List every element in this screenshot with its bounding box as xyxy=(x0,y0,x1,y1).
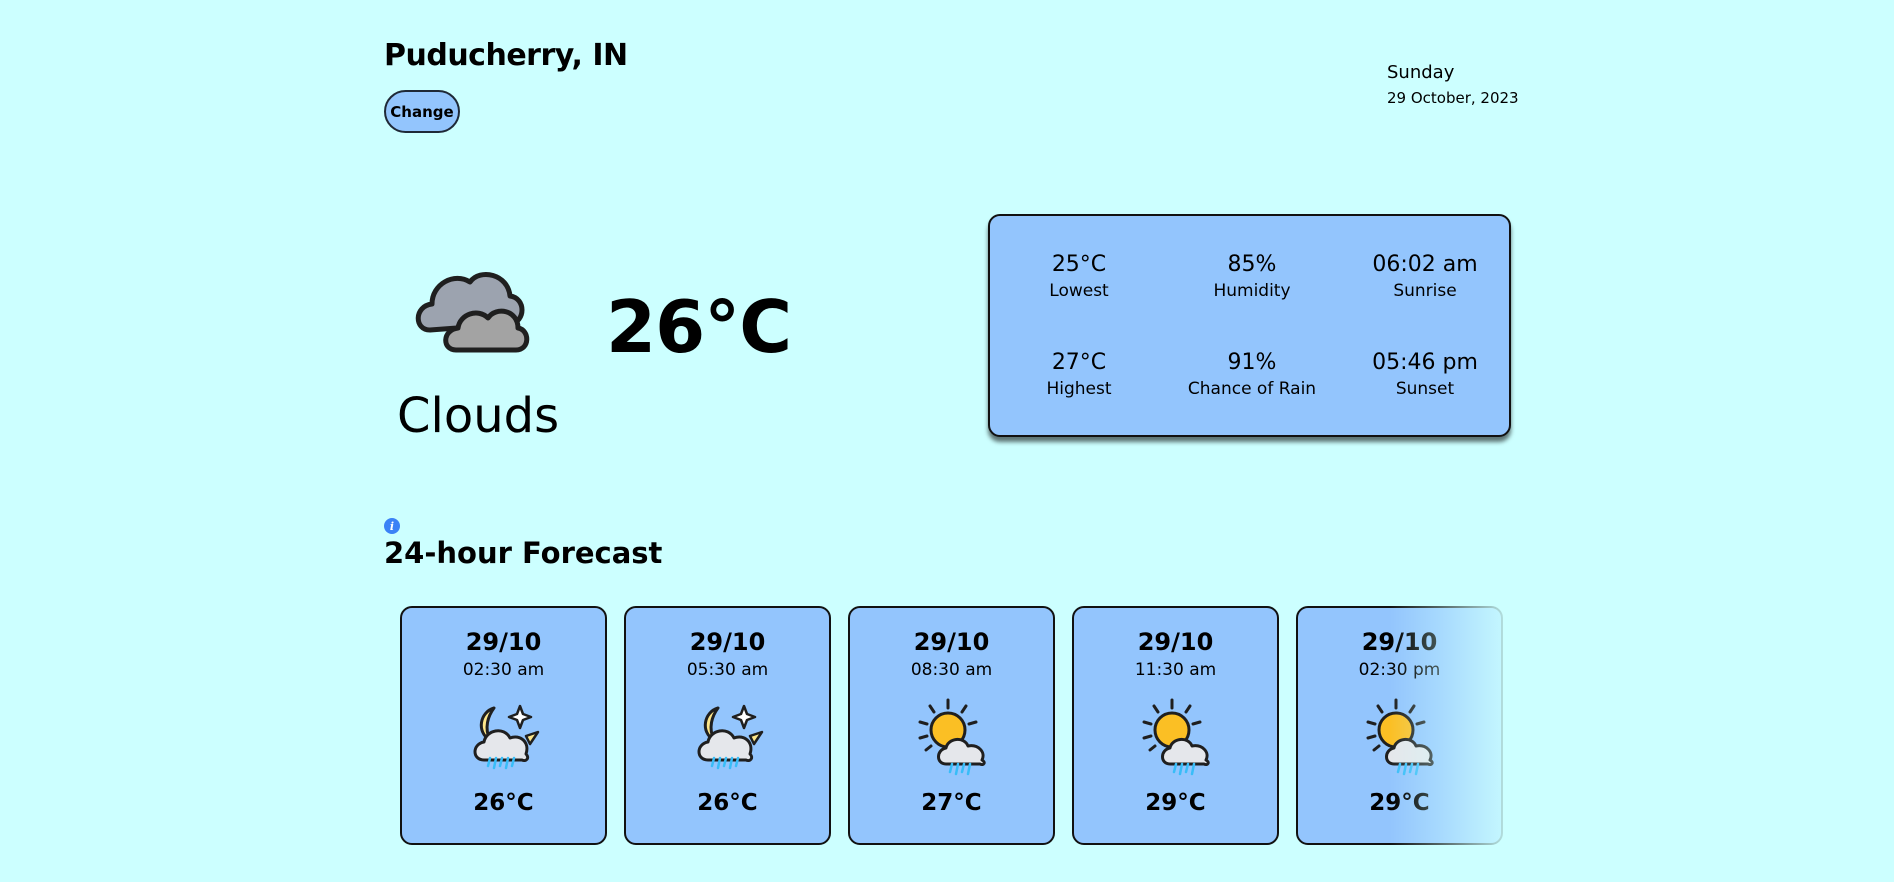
current-temperature: 26°C xyxy=(606,285,792,369)
stat-label: Sunset xyxy=(1395,379,1455,399)
forecast-date: 29/10 xyxy=(465,628,542,656)
forecast-time: 02:30 am xyxy=(462,660,545,680)
change-location-button[interactable]: Change xyxy=(384,90,460,133)
stat-label: Chance of Rain xyxy=(1187,379,1317,399)
stat-value: 85% xyxy=(1227,252,1277,277)
forecast-title: 24-hour Forecast xyxy=(384,536,663,570)
stat-value: 91% xyxy=(1227,350,1277,375)
forecast-temp: 26°C xyxy=(473,790,534,816)
forecast-time: 11:30 am xyxy=(1134,660,1217,680)
forecast-temp: 27°C xyxy=(921,790,982,816)
forecast-date: 29/10 xyxy=(1361,628,1438,656)
forecast-card: 29/10 02:30 pm 29°C xyxy=(1296,606,1503,845)
forecast-card: 29/10 05:30 am 26°C xyxy=(624,606,831,845)
stat-chance-of-rain: 91% Chance of Rain xyxy=(1165,350,1339,399)
stat-highest: 27°C Highest xyxy=(992,350,1166,399)
forecast-card: 29/10 02:30 am 26°C xyxy=(400,606,607,845)
stat-humidity: 85% Humidity xyxy=(1165,252,1339,301)
forecast-time: 05:30 am xyxy=(686,660,769,680)
date-block: Sunday 29 October, 2023 xyxy=(1387,62,1519,107)
forecast-card: 29/10 08:30 am 27°C xyxy=(848,606,1055,845)
forecast-time: 02:30 pm xyxy=(1358,660,1441,680)
stat-value: 25°C xyxy=(1051,252,1107,277)
stat-label: Humidity xyxy=(1213,281,1291,301)
info-icon[interactable]: i xyxy=(384,518,400,534)
day-rain-icon xyxy=(1360,696,1440,776)
stat-value: 06:02 am xyxy=(1372,252,1478,277)
date-label: 29 October, 2023 xyxy=(1387,89,1519,107)
forecast-temp: 26°C xyxy=(697,790,758,816)
forecast-date: 29/10 xyxy=(689,628,766,656)
forecast-temp: 29°C xyxy=(1369,790,1430,816)
night-rain-icon xyxy=(464,696,544,776)
stat-label: Sunrise xyxy=(1393,281,1457,301)
stat-label: Highest xyxy=(1046,379,1112,399)
stat-lowest: 25°C Lowest xyxy=(992,252,1166,301)
forecast-card: 29/10 11:30 am 29°C xyxy=(1072,606,1279,845)
weather-stats-card: 25°C Lowest 85% Humidity 06:02 am Sunris… xyxy=(988,214,1511,437)
day-label: Sunday xyxy=(1387,62,1455,83)
forecast-time: 08:30 am xyxy=(910,660,993,680)
stat-value: 05:46 pm xyxy=(1372,350,1478,375)
city-title: Puducherry, IN xyxy=(384,38,628,73)
night-rain-icon xyxy=(688,696,768,776)
forecast-temp: 29°C xyxy=(1145,790,1206,816)
clouds-icon xyxy=(410,260,530,360)
forecast-date: 29/10 xyxy=(1137,628,1214,656)
day-rain-icon xyxy=(912,696,992,776)
stat-label: Lowest xyxy=(1049,281,1109,301)
current-condition: Clouds xyxy=(397,388,560,444)
day-rain-icon xyxy=(1136,696,1216,776)
forecast-date: 29/10 xyxy=(913,628,990,656)
stat-value: 27°C xyxy=(1051,350,1107,375)
stat-sunset: 05:46 pm Sunset xyxy=(1338,350,1512,399)
stat-sunrise: 06:02 am Sunrise xyxy=(1338,252,1512,301)
forecast-row[interactable]: 29/10 02:30 am 26°C 29/10 05:30 am 26°C … xyxy=(400,606,1504,846)
